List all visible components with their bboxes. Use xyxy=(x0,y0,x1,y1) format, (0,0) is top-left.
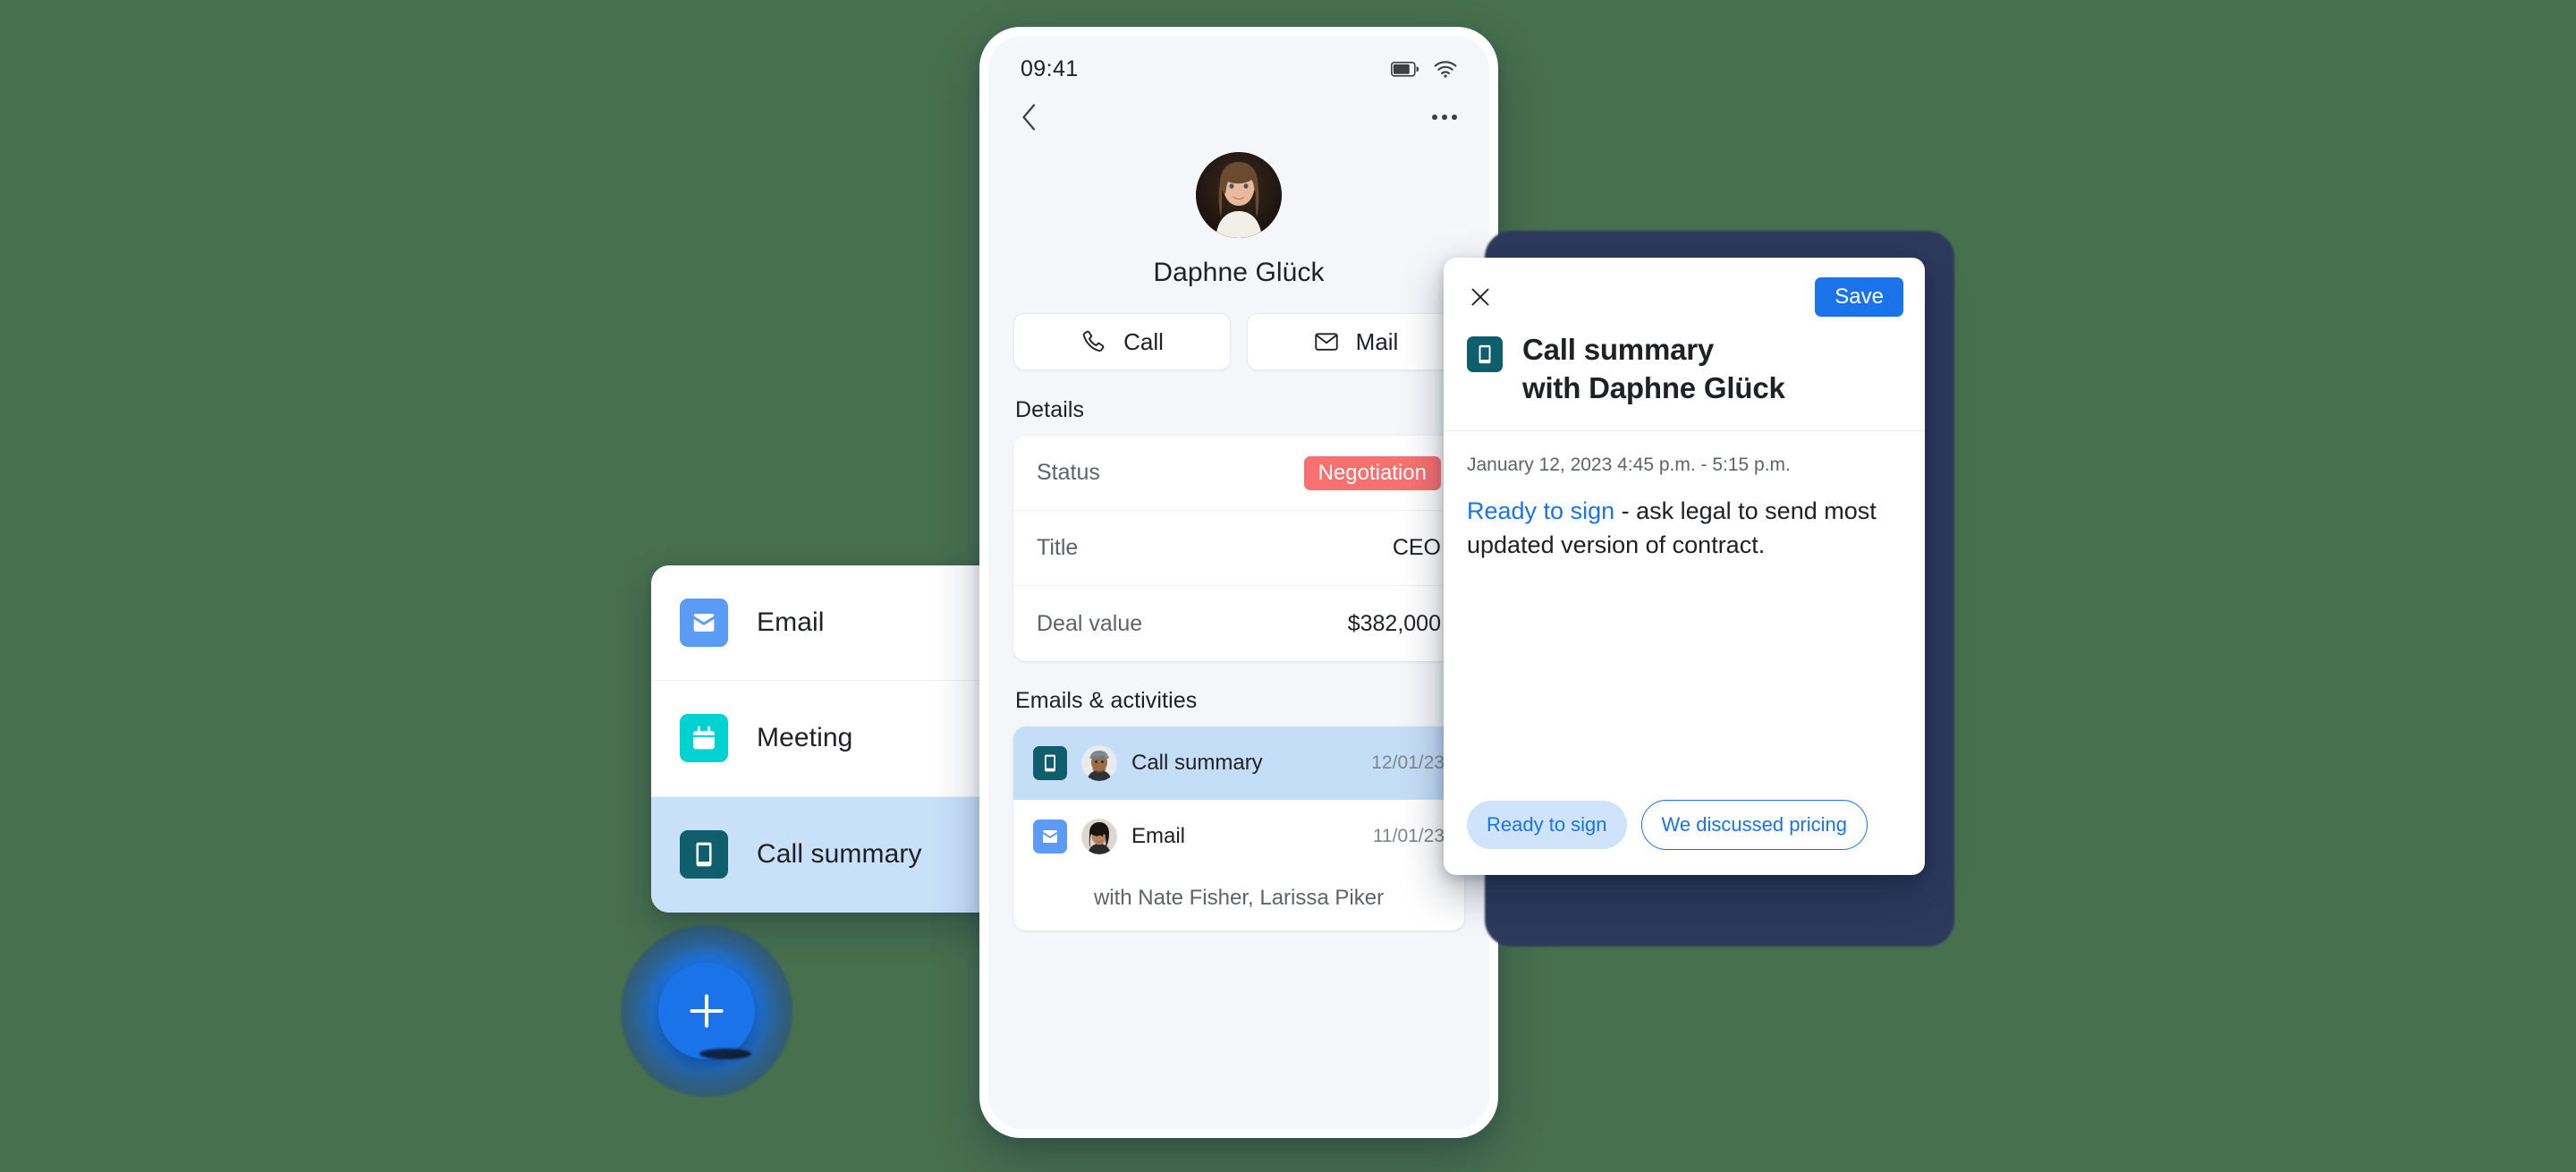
phone-screen: 09:41 Daphne Glück Call Mail Details Sta… xyxy=(988,36,1489,1129)
detail-row-deal-value: Deal value $382,000 xyxy=(1013,586,1464,661)
summary-note-highlight: Ready to sign xyxy=(1467,497,1615,524)
activity-title: Call summary xyxy=(1131,751,1263,775)
phone-mockup: 09:41 Daphne Glück Call Mail Details Sta… xyxy=(979,27,1498,1138)
avatar xyxy=(1081,819,1117,854)
add-activity-fab[interactable] xyxy=(621,925,792,1097)
call-button[interactable]: Call xyxy=(1013,313,1231,370)
summary-title-line1: Call summary xyxy=(1522,333,1715,367)
summary-title-line2: with Daphne Glück xyxy=(1522,370,1785,404)
activities-card: Call summary 12/01/23 Email 11/01/23 wit… xyxy=(1013,726,1464,930)
detail-label: Status xyxy=(1037,460,1100,485)
more-horizontal-icon[interactable] xyxy=(1432,115,1457,120)
details-card: Status Negotiation Title CEO Deal value … xyxy=(1013,436,1464,661)
fab-button[interactable] xyxy=(658,963,755,1059)
summary-note-body[interactable]: Ready to sign - ask legal to send most u… xyxy=(1444,476,1925,800)
cursor-smudge xyxy=(699,1049,751,1059)
activity-participants: with Nate Fisher, Larissa Piker xyxy=(1093,886,1385,910)
activity-type-menu: Email Meeting Call summary xyxy=(651,565,1027,913)
details-heading: Details xyxy=(1015,397,1085,422)
detail-row-status: Status Negotiation xyxy=(1013,436,1464,511)
status-time: 09:41 xyxy=(1021,55,1079,81)
smartphone-icon xyxy=(680,830,728,879)
call-button-label: Call xyxy=(1123,327,1164,355)
chip-we-discussed-pricing[interactable]: We discussed pricing xyxy=(1640,800,1868,850)
status-icons xyxy=(1391,60,1457,78)
save-button[interactable]: Save xyxy=(1815,277,1903,318)
contact-actions: Call Mail xyxy=(988,288,1489,370)
mail-button-label: Mail xyxy=(1355,327,1399,355)
page-title: Call summary with Daphne Glück xyxy=(1522,331,1785,406)
menu-item-email[interactable]: Email xyxy=(651,565,1027,682)
envelope-icon xyxy=(1033,820,1067,854)
canvas: Email Meeting Call summary 09:41 Daphne … xyxy=(0,0,2576,1172)
suggestion-chips: Ready to sign We discussed pricing xyxy=(1444,800,1925,875)
plus-icon xyxy=(690,994,724,1028)
activity-row-call-summary[interactable]: Call summary 12/01/23 xyxy=(1013,726,1464,800)
menu-item-call-summary[interactable]: Call summary xyxy=(651,796,1027,913)
envelope-icon xyxy=(680,599,728,648)
contact-name: Daphne Glück xyxy=(1153,258,1325,287)
activity-row-email[interactable]: Email 11/01/23 xyxy=(1013,800,1464,873)
avatar xyxy=(1081,745,1117,781)
activity-title: Email xyxy=(1131,824,1186,848)
status-badge: Negotiation xyxy=(1303,455,1441,490)
menu-item-label: Meeting xyxy=(757,723,853,753)
detail-row-title: Title CEO xyxy=(1013,511,1464,586)
chip-ready-to-sign[interactable]: Ready to sign xyxy=(1467,801,1627,849)
chevron-left-icon[interactable] xyxy=(1021,103,1038,132)
smartphone-icon xyxy=(1033,746,1067,780)
envelope-outline-icon xyxy=(1314,333,1338,351)
contact-profile: Daphne Glück xyxy=(988,143,1489,288)
phone-icon xyxy=(1082,330,1105,352)
calendar-icon xyxy=(680,714,728,763)
activity-date: 12/01/23 xyxy=(1371,752,1445,773)
menu-item-label: Call summary xyxy=(757,839,922,870)
summary-toolbar: Save xyxy=(1444,258,1925,318)
menu-item-meeting[interactable]: Meeting xyxy=(651,681,1027,797)
close-icon[interactable] xyxy=(1465,282,1496,312)
detail-value: $382,000 xyxy=(1347,610,1441,636)
status-bar: 09:41 xyxy=(988,36,1489,91)
activities-heading: Emails & activities xyxy=(1015,688,1198,713)
mail-button[interactable]: Mail xyxy=(1247,313,1464,370)
battery-icon xyxy=(1391,61,1419,77)
summary-title-row: Call summary with Daphne Glück xyxy=(1444,317,1925,431)
smartphone-icon xyxy=(1467,336,1503,373)
wifi-icon xyxy=(1434,60,1457,78)
activity-date: 11/01/23 xyxy=(1372,826,1445,846)
detail-label: Title xyxy=(1037,535,1079,560)
summary-datetime: January 12, 2023 4:45 p.m. - 5:15 p.m. xyxy=(1467,454,1791,475)
avatar xyxy=(1196,152,1282,238)
detail-label: Deal value xyxy=(1037,610,1143,636)
menu-item-label: Email xyxy=(757,607,825,638)
call-summary-card: Save Call summary with Daphne Glück Janu… xyxy=(1444,258,1925,875)
phone-nav-bar xyxy=(988,91,1489,143)
detail-value: CEO xyxy=(1392,535,1441,560)
